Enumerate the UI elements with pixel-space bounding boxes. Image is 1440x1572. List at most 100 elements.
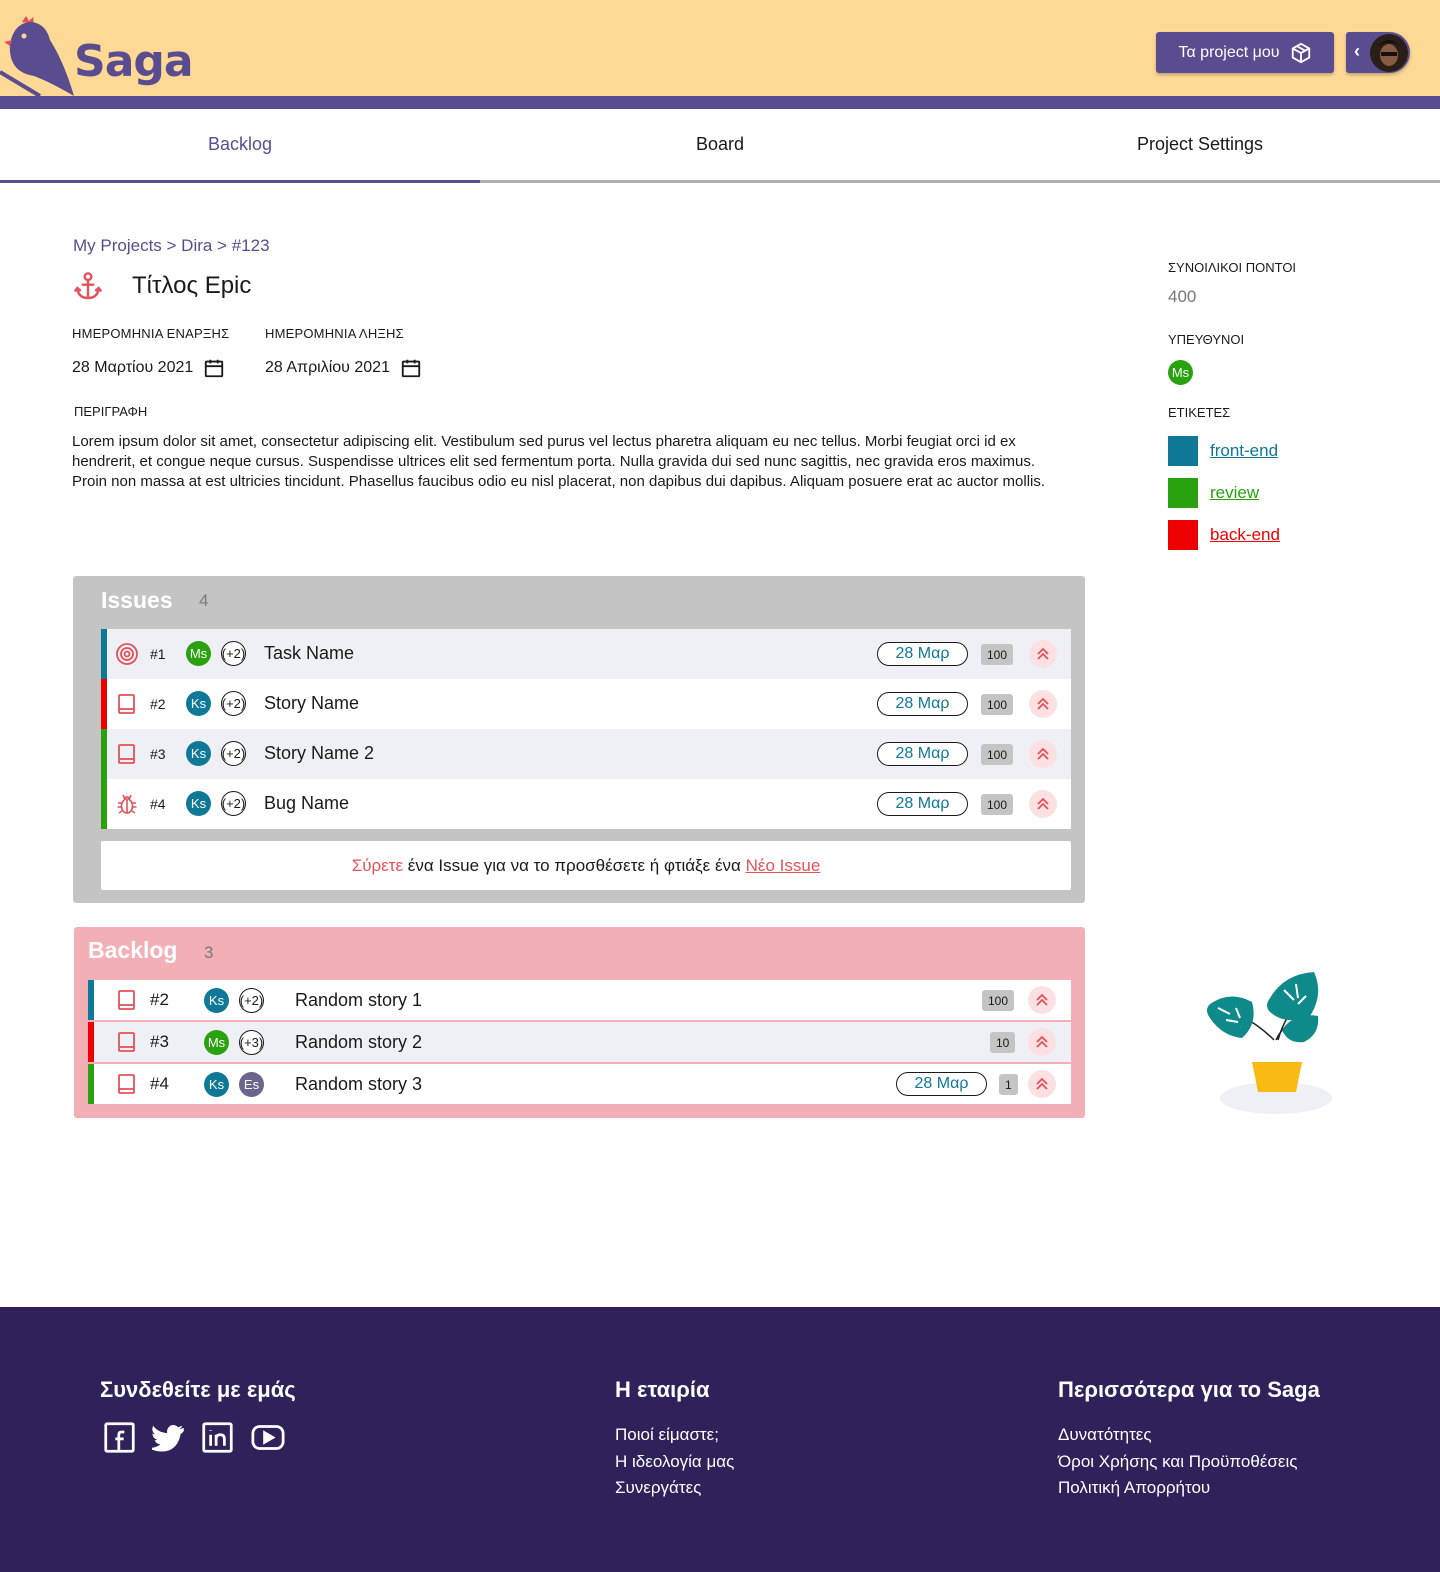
saga-logo[interactable]: Saga <box>0 14 200 98</box>
footer: Συνδεθείτε με εμάς Η εταιρία Ποιοί είμασ… <box>0 1307 1440 1572</box>
tags-label: ΕΤΙΚΕΤΕΣ <box>1168 405 1231 420</box>
my-projects-button[interactable]: Τα project μου <box>1156 32 1334 73</box>
story-points-badge: 1 <box>999 1074 1018 1095</box>
story-points-badge: 100 <box>981 794 1014 815</box>
tab-project-settings[interactable]: Project Settings <box>960 109 1440 180</box>
issue-name[interactable]: Task Name <box>264 643 354 664</box>
new-issue-link[interactable]: Νέο Issue <box>746 856 821 876</box>
assignee-avatar[interactable]: Ks <box>204 988 229 1013</box>
footer-link-about[interactable]: Ποιοί είμαστε; <box>615 1425 719 1445</box>
assignee-avatar[interactable]: Ms <box>204 1030 229 1055</box>
tab-backlog[interactable]: Backlog <box>0 109 480 183</box>
tag-item[interactable]: front-end <box>1168 436 1278 466</box>
backlog-row[interactable]: #2 Ks (+2) Random story 1 100 <box>88 980 1071 1020</box>
epic-title[interactable]: Τίτλος Epic <box>132 272 251 300</box>
user-menu-button[interactable]: ‹ <box>1346 32 1410 73</box>
issue-name[interactable]: Story Name <box>264 693 359 714</box>
issue-name[interactable]: Story Name 2 <box>264 743 374 764</box>
more-assignees-badge[interactable]: (+2) <box>221 741 246 766</box>
footer-company-title: Η εταιρία <box>615 1377 710 1402</box>
issue-number: #2 <box>150 990 169 1009</box>
header-divider <box>0 96 1440 109</box>
footer-connect-title: Συνδεθείτε με εμάς <box>100 1377 296 1402</box>
footer-link-ideology[interactable]: Η ιδεολογία μας <box>615 1452 734 1472</box>
issue-row[interactable]: #2 Ks (+2) Story Name 28 Μαρ 100 <box>101 679 1071 729</box>
issue-row[interactable]: #1 Ms (+2) Task Name 28 Μαρ 100 <box>101 629 1071 679</box>
target-icon <box>116 643 138 665</box>
start-date-field[interactable]: 28 Μαρτίου 2021 <box>72 357 229 379</box>
footer-link-privacy[interactable]: Πολιτική Απορρήτου <box>1058 1478 1210 1498</box>
issue-name[interactable]: Random story 2 <box>295 1032 422 1053</box>
user-avatar <box>1370 34 1408 72</box>
story-book-icon <box>118 744 135 764</box>
footer-link-terms[interactable]: Όροι Χρήσης και Προϋποθέσεις <box>1058 1452 1297 1472</box>
issue-number: #4 <box>150 1074 169 1093</box>
assignee-avatar[interactable]: Ms <box>1168 360 1193 385</box>
plant-illustration <box>1207 972 1332 1114</box>
twitter-icon[interactable] <box>152 1421 185 1454</box>
issue-number: #4 <box>150 796 166 812</box>
breadcrumb[interactable]: My Projects > Dira > #123 <box>73 236 270 256</box>
issue-name[interactable]: Random story 3 <box>295 1074 422 1095</box>
footer-link-features[interactable]: Δυνατότητες <box>1058 1425 1152 1445</box>
more-assignees-badge[interactable]: (+3) <box>239 1030 264 1055</box>
issue-name[interactable]: Random story 1 <box>295 990 422 1011</box>
story-points-badge: 100 <box>981 644 1014 665</box>
backlog-row[interactable]: #3 Ms (+3) Random story 2 10 <box>88 1022 1071 1062</box>
backlog-row[interactable]: #4 Ks Es Random story 3 28 Μαρ 1 <box>88 1064 1071 1104</box>
my-projects-label: Τα project μου <box>1178 43 1280 61</box>
more-assignees-badge[interactable]: (+2) <box>239 988 264 1013</box>
due-date-pill[interactable]: 28 Μαρ <box>877 692 968 716</box>
assignee-avatar[interactable]: Es <box>239 1072 264 1097</box>
epic-title-row: Τίτλος Epic <box>72 270 251 302</box>
story-points-badge: 100 <box>981 694 1014 715</box>
youtube-icon[interactable] <box>250 1421 286 1454</box>
tag-item[interactable]: review <box>1168 478 1259 508</box>
more-assignees-badge[interactable]: (+2) <box>221 791 246 816</box>
priority-high-icon[interactable] <box>1029 640 1057 668</box>
issue-name[interactable]: Bug Name <box>264 793 349 814</box>
end-date-value: 28 Απριλίου 2021 <box>265 359 390 376</box>
end-date-block: ΗΜΕΡΟΜΗΝΙΑ ΛΗΞΗΣ 28 Απριλίου 2021 <box>265 326 422 379</box>
priority-high-icon[interactable] <box>1028 1070 1056 1098</box>
priority-high-icon[interactable] <box>1029 790 1057 818</box>
priority-high-icon[interactable] <box>1028 986 1056 1014</box>
assignee-avatar[interactable]: Ks <box>204 1072 229 1097</box>
more-assignees-badge[interactable]: (+2) <box>221 641 246 666</box>
linkedin-icon[interactable] <box>201 1421 234 1454</box>
due-date-pill[interactable]: 28 Μαρ <box>877 742 968 766</box>
assignee-avatar[interactable]: Ks <box>186 741 211 766</box>
points-value: 400 <box>1168 287 1197 306</box>
priority-high-icon[interactable] <box>1028 1028 1056 1056</box>
footer-link-partners[interactable]: Συνεργάτες <box>615 1478 701 1498</box>
priority-high-icon[interactable] <box>1029 690 1057 718</box>
issue-number: #3 <box>150 746 166 762</box>
box-icon <box>1291 42 1310 63</box>
tag-color-swatch <box>1168 478 1198 508</box>
story-book-icon <box>118 1032 135 1052</box>
tab-board[interactable]: Board <box>480 109 960 180</box>
issue-dropzone[interactable]: Σύρετε ένα Issue για να το προσθέσετε ή … <box>101 841 1071 890</box>
issue-row[interactable]: #4 Ks (+2) Bug Name 28 Μαρ 100 <box>101 779 1071 829</box>
facebook-icon[interactable] <box>103 1421 136 1454</box>
story-book-icon <box>118 1074 135 1094</box>
assignee-avatar[interactable]: Ks <box>186 791 211 816</box>
issues-title: Issues <box>101 587 173 613</box>
story-book-icon <box>118 990 135 1010</box>
assignee-avatar[interactable]: Ks <box>186 691 211 716</box>
description-text[interactable]: Lorem ipsum dolor sit amet, consectetur … <box>72 432 1072 492</box>
tab-bar: Backlog Board Project Settings <box>0 109 1440 183</box>
issue-row[interactable]: #3 Ks (+2) Story Name 2 28 Μαρ 100 <box>101 729 1071 779</box>
start-date-block: ΗΜΕΡΟΜΗΝΙΑ ΕΝΑΡΞΗΣ 28 Μαρτίου 2021 <box>72 326 229 379</box>
tag-item[interactable]: back-end <box>1168 520 1280 550</box>
top-header: Saga Τα project μου ‹ <box>0 0 1440 98</box>
dropzone-drag-text: Σύρετε <box>351 855 404 875</box>
due-date-pill[interactable]: 28 Μαρ <box>896 1072 987 1096</box>
priority-high-icon[interactable] <box>1029 740 1057 768</box>
story-points-badge: 100 <box>981 744 1014 765</box>
due-date-pill[interactable]: 28 Μαρ <box>877 642 968 666</box>
more-assignees-badge[interactable]: (+2) <box>221 691 246 716</box>
due-date-pill[interactable]: 28 Μαρ <box>877 792 968 816</box>
end-date-field[interactable]: 28 Απριλίου 2021 <box>265 357 422 379</box>
assignee-avatar[interactable]: Ms <box>186 641 211 666</box>
